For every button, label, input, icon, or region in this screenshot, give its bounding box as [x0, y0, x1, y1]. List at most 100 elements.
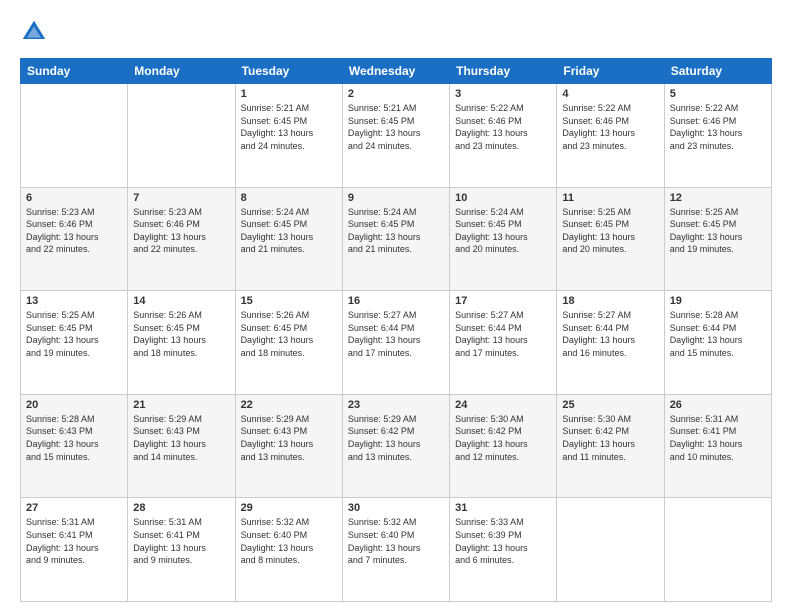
- calendar-cell: 3 Sunrise: 5:22 AM Sunset: 6:46 PM Daylig…: [450, 84, 557, 188]
- calendar-cell: 18 Sunrise: 5:27 AM Sunset: 6:44 PM Dayli…: [557, 291, 664, 395]
- calendar-cell: 12Sunrise: 5:25 AM Sunset: 6:45 PM Dayli…: [664, 187, 771, 291]
- week-row-5: 27 Sunrise: 5:31 AM Sunset: 6:41 PM Dayli…: [21, 498, 772, 602]
- calendar-cell: 4 Sunrise: 5:22 AM Sunset: 6:46 PM Daylig…: [557, 84, 664, 188]
- calendar-cell: 20 Sunrise: 5:28 AM Sunset: 6:43 PM Dayli…: [21, 394, 128, 498]
- calendar-cell: 27 Sunrise: 5:31 AM Sunset: 6:41 PM Dayli…: [21, 498, 128, 602]
- day-info: Sunrise: 5:32 AM Sunset: 6:40 PM Dayligh…: [348, 516, 444, 566]
- day-number: 15: [241, 295, 337, 307]
- calendar-cell: [21, 84, 128, 188]
- weekday-header-sunday: Sunday: [21, 59, 128, 84]
- weekday-header-thursday: Thursday: [450, 59, 557, 84]
- day-info: Sunrise: 5:24 AM Sunset: 6:45 PM Dayligh…: [241, 206, 337, 256]
- calendar-cell: 24 Sunrise: 5:30 AM Sunset: 6:42 PM Dayli…: [450, 394, 557, 498]
- day-number: 19: [670, 295, 766, 307]
- calendar-cell: 1 Sunrise: 5:21 AM Sunset: 6:45 PM Daylig…: [235, 84, 342, 188]
- day-number: 24: [455, 399, 551, 411]
- calendar-cell: 11 Sunrise: 5:25 AM Sunset: 6:45 PM Dayli…: [557, 187, 664, 291]
- calendar-cell: 8 Sunrise: 5:24 AM Sunset: 6:45 PM Daylig…: [235, 187, 342, 291]
- day-info: Sunrise: 5:22 AM Sunset: 6:46 PM Dayligh…: [455, 102, 551, 152]
- day-info: Sunrise: 5:29 AM Sunset: 6:42 PM Dayligh…: [348, 413, 444, 463]
- day-number: 21: [133, 399, 229, 411]
- header: [20, 18, 772, 46]
- day-info: Sunrise: 5:30 AM Sunset: 6:42 PM Dayligh…: [562, 413, 658, 463]
- calendar-cell: 15Sunrise: 5:26 AM Sunset: 6:45 PM Dayli…: [235, 291, 342, 395]
- day-info: Sunrise: 5:27 AM Sunset: 6:44 PM Dayligh…: [562, 309, 658, 359]
- day-info: Sunrise: 5:22 AM Sunset: 6:46 PM Dayligh…: [670, 102, 766, 152]
- day-number: 1: [241, 88, 337, 100]
- day-number: 9: [348, 192, 444, 204]
- day-info: Sunrise: 5:25 AM Sunset: 6:45 PM Dayligh…: [562, 206, 658, 256]
- day-number: 28: [133, 502, 229, 514]
- day-info: Sunrise: 5:31 AM Sunset: 6:41 PM Dayligh…: [670, 413, 766, 463]
- day-number: 26: [670, 399, 766, 411]
- day-number: 2: [348, 88, 444, 100]
- day-number: 8: [241, 192, 337, 204]
- day-number: 7: [133, 192, 229, 204]
- calendar-cell: 17 Sunrise: 5:27 AM Sunset: 6:44 PM Dayli…: [450, 291, 557, 395]
- day-info: Sunrise: 5:23 AM Sunset: 6:46 PM Dayligh…: [133, 206, 229, 256]
- day-number: 29: [241, 502, 337, 514]
- calendar-body: 1 Sunrise: 5:21 AM Sunset: 6:45 PM Daylig…: [21, 84, 772, 602]
- day-number: 27: [26, 502, 122, 514]
- day-number: 30: [348, 502, 444, 514]
- calendar-cell: 28 Sunrise: 5:31 AM Sunset: 6:41 PM Dayli…: [128, 498, 235, 602]
- day-info: Sunrise: 5:21 AM Sunset: 6:45 PM Dayligh…: [241, 102, 337, 152]
- day-info: Sunrise: 5:31 AM Sunset: 6:41 PM Dayligh…: [26, 516, 122, 566]
- day-number: 16: [348, 295, 444, 307]
- calendar-header: SundayMondayTuesdayWednesdayThursdayFrid…: [21, 59, 772, 84]
- day-info: Sunrise: 5:31 AM Sunset: 6:41 PM Dayligh…: [133, 516, 229, 566]
- calendar-cell: 31Sunrise: 5:33 AM Sunset: 6:39 PM Dayli…: [450, 498, 557, 602]
- weekday-row: SundayMondayTuesdayWednesdayThursdayFrid…: [21, 59, 772, 84]
- day-number: 22: [241, 399, 337, 411]
- weekday-header-monday: Monday: [128, 59, 235, 84]
- calendar-cell: 21 Sunrise: 5:29 AM Sunset: 6:43 PM Dayli…: [128, 394, 235, 498]
- calendar: SundayMondayTuesdayWednesdayThursdayFrid…: [20, 58, 772, 602]
- day-info: Sunrise: 5:28 AM Sunset: 6:44 PM Dayligh…: [670, 309, 766, 359]
- day-info: Sunrise: 5:21 AM Sunset: 6:45 PM Dayligh…: [348, 102, 444, 152]
- day-info: Sunrise: 5:26 AM Sunset: 6:45 PM Dayligh…: [133, 309, 229, 359]
- calendar-cell: 26 Sunrise: 5:31 AM Sunset: 6:41 PM Dayli…: [664, 394, 771, 498]
- calendar-cell: [128, 84, 235, 188]
- calendar-cell: 23 Sunrise: 5:29 AM Sunset: 6:42 PM Dayli…: [342, 394, 449, 498]
- day-info: Sunrise: 5:22 AM Sunset: 6:46 PM Dayligh…: [562, 102, 658, 152]
- day-info: Sunrise: 5:28 AM Sunset: 6:43 PM Dayligh…: [26, 413, 122, 463]
- day-info: Sunrise: 5:25 AM Sunset: 6:45 PM Dayligh…: [26, 309, 122, 359]
- day-info: Sunrise: 5:27 AM Sunset: 6:44 PM Dayligh…: [455, 309, 551, 359]
- calendar-cell: 7 Sunrise: 5:23 AM Sunset: 6:46 PM Daylig…: [128, 187, 235, 291]
- day-info: Sunrise: 5:27 AM Sunset: 6:44 PM Dayligh…: [348, 309, 444, 359]
- day-number: 25: [562, 399, 658, 411]
- calendar-cell: 22 Sunrise: 5:29 AM Sunset: 6:43 PM Dayli…: [235, 394, 342, 498]
- day-info: Sunrise: 5:30 AM Sunset: 6:42 PM Dayligh…: [455, 413, 551, 463]
- calendar-cell: 13Sunrise: 5:25 AM Sunset: 6:45 PM Dayli…: [21, 291, 128, 395]
- day-info: Sunrise: 5:24 AM Sunset: 6:45 PM Dayligh…: [348, 206, 444, 256]
- day-info: Sunrise: 5:29 AM Sunset: 6:43 PM Dayligh…: [241, 413, 337, 463]
- calendar-cell: 2 Sunrise: 5:21 AM Sunset: 6:45 PM Daylig…: [342, 84, 449, 188]
- calendar-cell: 14 Sunrise: 5:26 AM Sunset: 6:45 PM Dayli…: [128, 291, 235, 395]
- day-info: Sunrise: 5:23 AM Sunset: 6:46 PM Dayligh…: [26, 206, 122, 256]
- day-number: 14: [133, 295, 229, 307]
- day-number: 17: [455, 295, 551, 307]
- calendar-cell: [557, 498, 664, 602]
- day-number: 11: [562, 192, 658, 204]
- calendar-cell: 25 Sunrise: 5:30 AM Sunset: 6:42 PM Dayli…: [557, 394, 664, 498]
- day-number: 4: [562, 88, 658, 100]
- day-number: 5: [670, 88, 766, 100]
- day-info: Sunrise: 5:24 AM Sunset: 6:45 PM Dayligh…: [455, 206, 551, 256]
- calendar-cell: 19 Sunrise: 5:28 AM Sunset: 6:44 PM Dayli…: [664, 291, 771, 395]
- day-number: 10: [455, 192, 551, 204]
- calendar-cell: 9 Sunrise: 5:24 AM Sunset: 6:45 PM Daylig…: [342, 187, 449, 291]
- day-number: 3: [455, 88, 551, 100]
- calendar-cell: 16 Sunrise: 5:27 AM Sunset: 6:44 PM Dayli…: [342, 291, 449, 395]
- page: SundayMondayTuesdayWednesdayThursdayFrid…: [0, 0, 792, 612]
- logo: [20, 18, 52, 46]
- week-row-3: 13Sunrise: 5:25 AM Sunset: 6:45 PM Dayli…: [21, 291, 772, 395]
- week-row-2: 6Sunrise: 5:23 AM Sunset: 6:46 PM Daylig…: [21, 187, 772, 291]
- day-number: 18: [562, 295, 658, 307]
- day-info: Sunrise: 5:29 AM Sunset: 6:43 PM Dayligh…: [133, 413, 229, 463]
- weekday-header-saturday: Saturday: [664, 59, 771, 84]
- day-number: 23: [348, 399, 444, 411]
- logo-icon: [20, 18, 48, 46]
- calendar-cell: 6Sunrise: 5:23 AM Sunset: 6:46 PM Daylig…: [21, 187, 128, 291]
- day-number: 20: [26, 399, 122, 411]
- week-row-4: 20 Sunrise: 5:28 AM Sunset: 6:43 PM Dayli…: [21, 394, 772, 498]
